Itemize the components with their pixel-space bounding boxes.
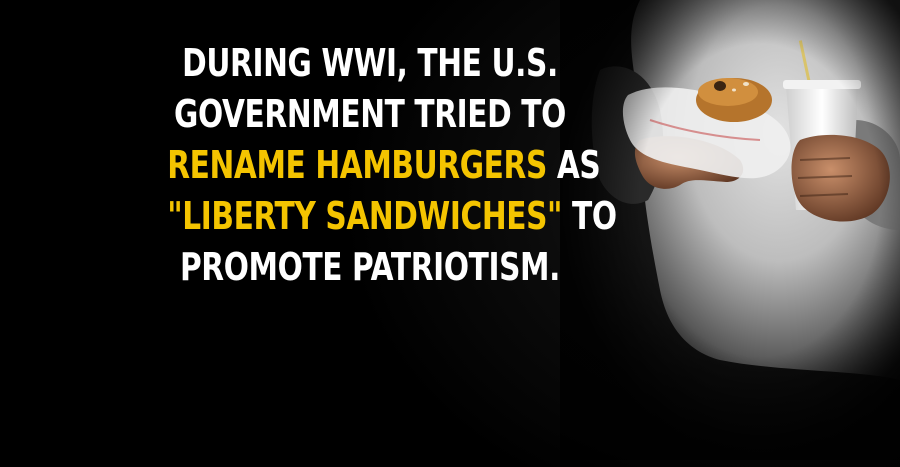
headline-line-3-rest: AS bbox=[546, 143, 601, 187]
headline-line-1: DURING WWI, THE U.S. bbox=[182, 41, 558, 85]
headline-line-4: "LIBERTY SANDWICHES" TO bbox=[167, 191, 617, 242]
headline-highlight-2: "LIBERTY SANDWICHES" bbox=[167, 194, 563, 238]
headline-line-4-rest: TO bbox=[562, 194, 617, 238]
headline-line-5: PROMOTE PATRIOTISM. bbox=[179, 245, 561, 289]
headline-line-2: GOVERNMENT TRIED TO bbox=[174, 92, 566, 136]
fact-headline: DURING WWI, THE U.S. GOVERNMENT TRIED TO… bbox=[167, 38, 617, 293]
fact-card: DURING WWI, THE U.S. GOVERNMENT TRIED TO… bbox=[0, 0, 900, 467]
headline-highlight-1: RENAME HAMBURGERS bbox=[167, 143, 547, 187]
headline-line-3: RENAME HAMBURGERS AS bbox=[167, 140, 601, 191]
